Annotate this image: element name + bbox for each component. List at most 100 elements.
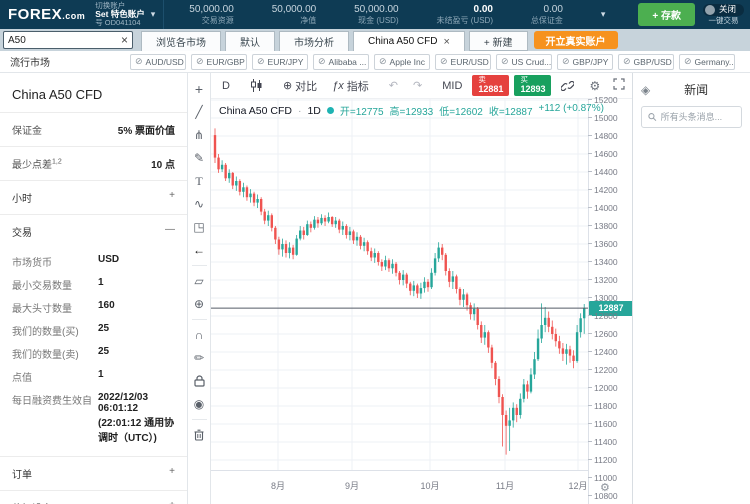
fx-icon: ƒx <box>332 80 344 92</box>
toggle-state: 关闭 <box>719 5 736 14</box>
metric-total-margin: 0.00总保证金 <box>531 4 563 25</box>
market-status-icon: ⊘ <box>623 56 631 67</box>
candle-style-icon[interactable] <box>245 77 268 94</box>
tab-browse-markets[interactable]: 浏览各市场 <box>141 31 221 51</box>
market-chip-gbpjpy[interactable]: ⊘GBP/JPY <box>557 54 613 70</box>
expand-icon: + <box>169 190 175 205</box>
time-axis-label: 12月 <box>564 479 592 492</box>
trade-row-our-qty-buy: 我们的数量(买)25 <box>0 319 187 342</box>
price-axis-label: 11400 <box>594 437 617 447</box>
price-axis[interactable]: 12887 1520015000148001460014400142001400… <box>588 99 632 504</box>
indicators-button[interactable]: ƒx指标 <box>327 76 374 96</box>
trade-row-point-value: 点值1 <box>0 365 187 388</box>
time-axis[interactable]: 8月9月10月11月12月 <box>211 470 588 500</box>
market-chip-gbpusd[interactable]: ⊘GBP/USD <box>618 54 674 70</box>
candlestick-chart[interactable] <box>211 99 588 470</box>
price-axis-label: 14800 <box>594 131 618 141</box>
price-axis-label: 12400 <box>594 347 618 357</box>
news-search-input[interactable] <box>661 112 735 122</box>
market-chip-apple[interactable]: ⊘Apple Inc <box>374 54 430 70</box>
new-tab-button[interactable]: + 新建 <box>469 31 528 51</box>
layers-icon[interactable]: ◈ <box>641 83 650 97</box>
search-icon <box>648 112 657 122</box>
one-click-trading-toggle[interactable]: 关闭 一键交易 <box>703 4 744 25</box>
forecast-tool-icon[interactable]: ◳ <box>191 219 208 235</box>
market-status-icon: ⊘ <box>257 56 265 67</box>
market-chip-eurusd[interactable]: ⊘EUR/USD <box>435 54 491 70</box>
market-status-icon: ⊘ <box>379 56 387 67</box>
symbol-search-input[interactable] <box>8 35 121 46</box>
sell-button[interactable]: 卖12881 <box>472 75 509 95</box>
arrow-tool-icon[interactable]: ← <box>191 242 208 258</box>
market-chip-eurjpy[interactable]: ⊘EUR/JPY <box>252 54 308 70</box>
news-search-box[interactable] <box>641 106 742 128</box>
market-status-icon: ⊘ <box>196 56 204 67</box>
crosshair-icon[interactable]: + <box>191 81 208 97</box>
magnet-icon[interactable]: ∩ <box>191 327 208 343</box>
tab-market-analysis[interactable]: 市场分析 <box>279 31 349 51</box>
section-hours[interactable]: 小时+ <box>0 180 187 214</box>
legend-close: 收=12887 <box>489 103 533 118</box>
account-switcher[interactable]: 切换账户 Set 特色账户 号 OD041104 ▾ <box>95 0 164 29</box>
price-axis-label: 14600 <box>594 149 618 159</box>
stay-in-drawing-mode-icon[interactable]: ✏ <box>191 350 208 366</box>
brush-icon[interactable]: ✎ <box>191 150 208 166</box>
section-orders[interactable]: 订单+ <box>0 456 187 490</box>
trade-row-max-qty: 最大头寸数量160 <box>0 296 187 319</box>
undo-icon[interactable]: ↶ <box>384 77 403 94</box>
legend-symbol: China A50 CFD <box>219 105 292 117</box>
close-tab-icon[interactable]: × <box>443 36 449 48</box>
price-axis-label: 12000 <box>594 383 618 393</box>
redo-icon[interactable]: ↷ <box>408 77 427 94</box>
tab-default[interactable]: 默认 <box>225 31 275 51</box>
time-axis-label: 8月 <box>264 479 292 492</box>
market-chip-uscrude[interactable]: ⊘US Crud... <box>496 54 552 70</box>
section-preferences[interactable]: 偏好设定+ <box>0 490 187 504</box>
market-status-icon: ⊘ <box>440 56 448 67</box>
gann-fibonacci-icon[interactable]: ⋔ <box>191 127 208 143</box>
hide-drawings-eye-icon[interactable]: ◉ <box>191 396 208 412</box>
legend-change: +112 (+0.87%) <box>539 103 604 118</box>
clear-search-icon[interactable]: × <box>121 34 128 46</box>
fullscreen-icon[interactable] <box>613 78 625 93</box>
trash-icon[interactable] <box>191 427 208 443</box>
price-axis-label: 13400 <box>594 257 618 267</box>
market-chip-eurgbp[interactable]: ⊘EUR/GBP <box>191 54 247 70</box>
time-axis-label: 9月 <box>338 479 366 492</box>
price-axis-label: 12200 <box>594 365 618 375</box>
trend-line-icon[interactable]: ╱ <box>191 104 208 120</box>
trade-row-financing: 每日融资费生效自2022/12/03 06:01:12 (22:01:12 通用… <box>0 388 187 448</box>
metrics-chevron-down-icon[interactable]: ▾ <box>601 9 606 20</box>
chart-legend: China A50 CFD · 1D 开=12775 高=12933 低=126… <box>219 103 604 118</box>
market-chip-germany[interactable]: ⊘Germany... <box>679 54 735 70</box>
compare-button[interactable]: ⊕对比 <box>278 76 322 96</box>
market-status-icon: ⊘ <box>135 56 143 67</box>
pattern-tool-icon[interactable]: ∿ <box>191 196 208 212</box>
price-axis-label: 13000 <box>594 293 618 303</box>
price-axis-label: 13600 <box>594 239 618 249</box>
tab-china-a50-cfd[interactable]: China A50 CFD × <box>353 31 465 51</box>
trade-row-currency: 市场货币USD <box>0 250 187 273</box>
deposit-button[interactable]: + 存款 <box>638 3 695 26</box>
expand-icon: + <box>169 500 175 504</box>
interval-button[interactable]: D <box>217 78 235 94</box>
lock-drawings-icon[interactable] <box>191 373 208 389</box>
axis-settings-gear-icon[interactable]: ⚙ <box>600 481 610 494</box>
price-axis-label: 14200 <box>594 185 618 195</box>
buy-button[interactable]: 买12893 <box>514 75 551 95</box>
mid-price-mode-button[interactable]: MID <box>437 78 467 94</box>
price-axis-label: 12800 <box>594 311 618 321</box>
link-icon[interactable] <box>556 79 579 93</box>
symbol-search-box[interactable]: × <box>3 31 133 49</box>
chart-settings-gear-icon[interactable]: ⚙ <box>584 77 605 95</box>
toolbar-divider <box>192 265 207 266</box>
text-tool-icon[interactable]: T <box>191 173 208 189</box>
section-trade[interactable]: 交易— <box>0 214 187 248</box>
market-chip-audusd[interactable]: ⊘AUD/USD <box>130 54 186 70</box>
workspace-tabs-row: × 浏览各市场 默认 市场分析 China A50 CFD × + 新建 开立真… <box>0 29 750 51</box>
zoom-in-icon[interactable]: ⊕ <box>191 296 208 312</box>
ruler-icon[interactable]: ▱ <box>191 273 208 289</box>
open-real-account-button[interactable]: 开立真实账户 <box>534 31 618 49</box>
instrument-info-sidebar: China A50 CFD 保证金5% 票面价值 最少点差1,2 10 点 小时… <box>0 73 188 504</box>
market-chip-alibaba[interactable]: ⊘Alibaba ... <box>313 54 369 70</box>
